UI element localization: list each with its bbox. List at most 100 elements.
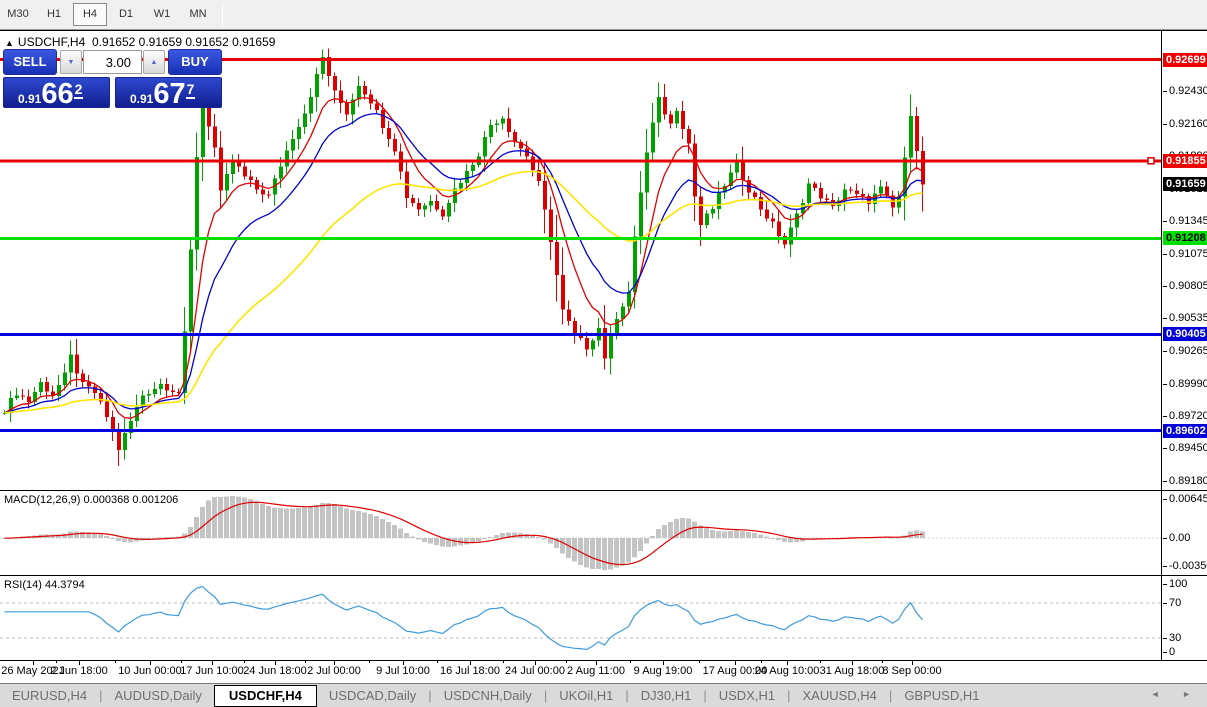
time-tick-label: 31 Aug 18:00 xyxy=(820,665,885,677)
volume-decrease-button[interactable]: ▼ xyxy=(60,50,82,74)
price-tick: 0.92430 xyxy=(1163,85,1207,98)
timeframe-button-w1[interactable]: W1 xyxy=(145,3,179,26)
time-tick-mark xyxy=(535,661,536,665)
time-tick-minor xyxy=(503,661,504,663)
toolbar-separator xyxy=(222,2,223,27)
sell-price-pip: 2 xyxy=(74,81,84,99)
time-tick-minor xyxy=(566,661,567,663)
time-tick-minor xyxy=(437,661,438,663)
time-tick-mark xyxy=(852,661,853,665)
chart-tab-usdx[interactable]: USDX,H1 xyxy=(707,685,787,707)
buy-price-pip: 7 xyxy=(186,81,196,99)
time-tick-mark xyxy=(912,661,913,665)
price-tick: 0.90265 xyxy=(1163,345,1207,358)
chart-tab-ukoil[interactable]: UKOil,H1 xyxy=(547,685,625,707)
chart-tab-usdcad[interactable]: USDCAD,Daily xyxy=(317,685,428,707)
time-tick-mark xyxy=(334,661,335,665)
time-tick-minor xyxy=(699,661,700,663)
time-tick-label: 8 Sep 00:00 xyxy=(882,665,941,677)
macd-label: MACD(12,26,9) 0.000368 0.001206 xyxy=(4,494,178,506)
time-tick-mark xyxy=(33,661,34,665)
timeframe-button-h4[interactable]: H4 xyxy=(73,3,107,26)
timeframe-button-mn[interactable]: MN xyxy=(181,3,215,26)
price-tick: 0.91345 xyxy=(1163,215,1207,228)
timeframe-button-m30[interactable]: M30 xyxy=(1,3,35,26)
macd-axis: 0.006451 0.00 -0.003507 xyxy=(1162,491,1207,575)
chart-tab-dj30[interactable]: DJ30,H1 xyxy=(629,685,704,707)
price-tick: 0.89990 xyxy=(1163,378,1207,391)
time-tick-label: 2 Aug 11:00 xyxy=(567,665,625,677)
time-tick-minor xyxy=(369,661,370,663)
price-tick: 0.89720 xyxy=(1163,410,1207,423)
price-axis[interactable]: 0.924300.921600.918900.916150.913450.910… xyxy=(1162,31,1207,490)
buy-price-base: 0.91 xyxy=(130,92,153,106)
time-tick-minor xyxy=(630,661,631,663)
timeframe-button-h1[interactable]: H1 xyxy=(37,3,71,26)
hline-price-badge: 0.91855 xyxy=(1163,154,1207,168)
sell-price-big: 66 xyxy=(41,78,73,108)
rsi-tick: 0 xyxy=(1163,646,1207,659)
time-tick-minor xyxy=(761,661,762,663)
rsi-value: 44.3794 xyxy=(45,579,85,591)
rsi-tick: 30 xyxy=(1163,632,1207,645)
time-tick-label: 9 Aug 19:00 xyxy=(634,665,693,677)
chart-ohlc-values: 0.91652 0.91659 0.91652 0.91659 xyxy=(92,35,276,49)
chart-tab-xauusd[interactable]: XAUUSD,H4 xyxy=(791,685,889,707)
price-tick: 0.89450 xyxy=(1163,442,1207,455)
macd-panel: MACD(12,26,9) 0.000368 0.001206 0.006451… xyxy=(0,491,1207,576)
price-tick: 0.91075 xyxy=(1163,248,1207,261)
sell-price-base: 0.91 xyxy=(18,92,41,106)
chart-tab-gbpusd[interactable]: GBPUSD,H1 xyxy=(892,685,991,707)
rsi-plot-area[interactable] xyxy=(0,576,1162,660)
sell-price-display[interactable]: 0.91662 xyxy=(3,77,110,108)
sell-button[interactable]: SELL xyxy=(3,49,57,75)
time-axis[interactable]: 26 May 20212 Jun 18:0010 Jun 00:0017 Jun… xyxy=(0,661,1207,683)
chart-window: ▲ USDCHF,H4 0.91652 0.91659 0.91652 0.916… xyxy=(0,30,1207,683)
chart-tab-usdchf[interactable]: USDCHF,H4 xyxy=(214,685,317,707)
macd-tick: -0.003507 xyxy=(1163,560,1207,573)
time-tick-mark xyxy=(735,661,736,665)
chart-tab-audusd[interactable]: AUDUSD,Daily xyxy=(103,685,214,707)
rsi-panel: RSI(14) 44.3794 10070300 xyxy=(0,576,1207,661)
chart-tab-eurusd[interactable]: EURUSD,H4 xyxy=(0,685,99,707)
macd-values: 0.000368 0.001206 xyxy=(83,494,178,506)
chart-symbol-label: USDCHF,H4 xyxy=(18,35,85,49)
volume-input[interactable] xyxy=(83,50,142,74)
rsi-label: RSI(14) 44.3794 xyxy=(4,579,85,591)
time-tick-mark xyxy=(212,661,213,665)
chart-tab-bar: EURUSD,H4|AUDUSD,DailyUSDCHF,H4USDCAD,Da… xyxy=(0,683,1207,707)
chart-tab-usdcnh[interactable]: USDCNH,Daily xyxy=(432,685,544,707)
time-tick-label: 2 Jul 00:00 xyxy=(307,665,361,677)
price-tick: 0.89180 xyxy=(1163,475,1207,488)
buy-price-big: 67 xyxy=(153,78,185,108)
time-tick-mark xyxy=(150,661,151,665)
time-tick-mark xyxy=(79,661,80,665)
time-tick-minor xyxy=(305,661,306,663)
rsi-tick: 100 xyxy=(1163,578,1207,591)
buy-button[interactable]: BUY xyxy=(168,49,222,75)
rsi-axis: 10070300 xyxy=(1162,576,1207,660)
current-price-badge: 0.91659 xyxy=(1163,177,1207,191)
tab-scroll-arrows[interactable]: ◄ ► xyxy=(1151,689,1201,699)
buy-price-display[interactable]: 0.91677 xyxy=(115,77,222,108)
hline-price-badge: 0.92699 xyxy=(1163,53,1207,67)
collapse-trade-panel-icon[interactable]: ▲ xyxy=(5,38,14,48)
macd-tick: 0.006451 xyxy=(1163,493,1207,506)
chart-title: ▲ USDCHF,H4 0.91652 0.91659 0.91652 0.916… xyxy=(5,35,275,49)
time-tick-mark xyxy=(663,661,664,665)
time-tick-minor xyxy=(244,661,245,663)
time-tick-mark xyxy=(470,661,471,665)
time-tick-minor xyxy=(820,661,821,663)
time-tick-minor xyxy=(56,661,57,663)
hline-price-badge: 0.89602 xyxy=(1163,424,1207,438)
time-tick-mark xyxy=(275,661,276,665)
time-tick-minor xyxy=(882,661,883,663)
macd-tick: 0.00 xyxy=(1163,532,1207,545)
time-tick-label: 24 Jun 18:00 xyxy=(243,665,307,677)
time-tick-label: 24 Jul 00:00 xyxy=(505,665,565,677)
timeframe-button-d1[interactable]: D1 xyxy=(109,3,143,26)
volume-increase-button[interactable]: ▲ xyxy=(143,50,165,74)
price-tick: 0.90805 xyxy=(1163,280,1207,293)
time-tick-label: 16 Jul 18:00 xyxy=(440,665,500,677)
time-tick-minor xyxy=(115,661,116,663)
